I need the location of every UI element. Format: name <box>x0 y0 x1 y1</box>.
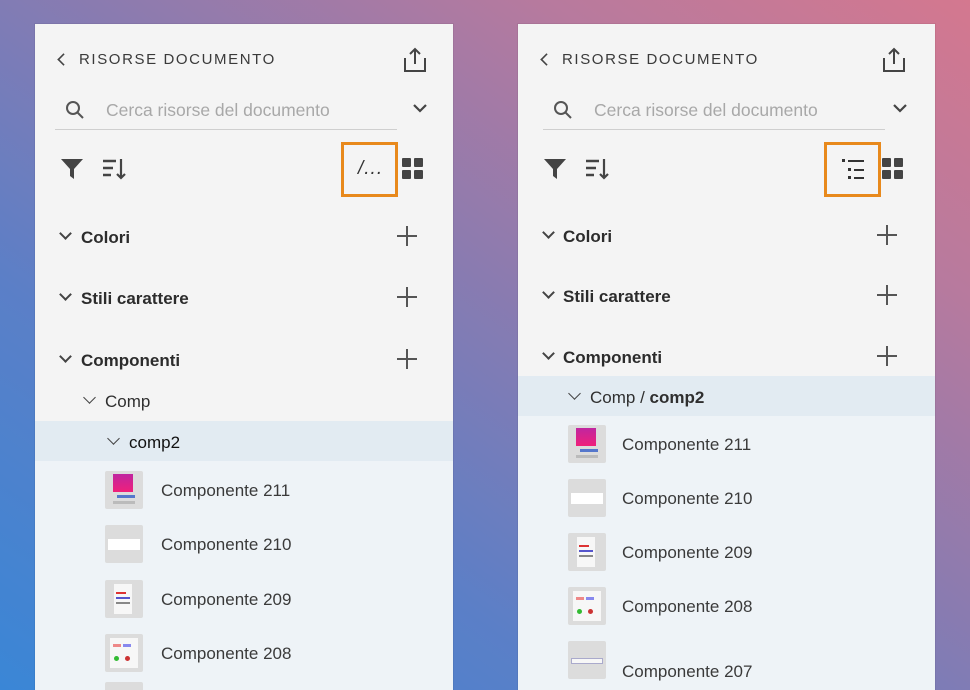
section-label: Componenti <box>81 351 181 370</box>
component-thumbnail <box>105 525 143 563</box>
component-thumbnail <box>105 634 143 672</box>
panel-title[interactable]: RISORSE DOCUMENTO <box>79 51 276 68</box>
search-field[interactable]: Cerca risorse del documento <box>543 90 885 130</box>
component-name: Componente 207 <box>622 662 753 681</box>
section-label: Colori <box>563 227 613 246</box>
component-thumbnail <box>568 479 606 517</box>
tree-view-toggle[interactable] <box>824 142 881 197</box>
component-thumbnail <box>105 471 143 509</box>
path-view-toggle[interactable]: /... <box>341 142 398 197</box>
component-name: Componente 208 <box>161 644 292 663</box>
plus-icon[interactable] <box>877 346 897 366</box>
component-list: Componente 211 Componente 210 Componente… <box>35 461 453 690</box>
chevron-down-icon[interactable] <box>412 102 428 114</box>
group-path-prefix: Comp / <box>590 388 650 407</box>
list-item[interactable]: Componente 211 <box>518 418 935 470</box>
section-label: Stili carattere <box>563 287 671 306</box>
component-name: Componente 209 <box>622 543 753 562</box>
panel-header: RISORSE DOCUMENTO <box>518 44 935 76</box>
component-thumbnail <box>568 641 606 679</box>
chevron-down-icon <box>542 226 555 239</box>
list-item[interactable]: Componente 209 <box>518 526 935 578</box>
chevron-down-icon[interactable] <box>892 102 908 114</box>
assets-panel-right: RISORSE DOCUMENTO Cerca risorse del docu… <box>518 24 935 690</box>
chevron-down-icon <box>59 350 72 363</box>
panel-title[interactable]: RISORSE DOCUMENTO <box>562 51 759 68</box>
list-item[interactable]: Componente 208 <box>35 627 453 679</box>
search-icon <box>66 101 84 119</box>
group-path-leaf: comp2 <box>649 388 705 407</box>
path-view-icon: /... <box>358 158 384 179</box>
section-label: Componenti <box>563 348 663 367</box>
search-input[interactable]: Cerca risorse del documento <box>594 100 818 121</box>
list-item[interactable]: Componente 211 <box>35 464 453 516</box>
section-colors[interactable]: Colori <box>518 215 935 255</box>
plus-icon[interactable] <box>877 285 897 305</box>
component-thumbnail <box>105 580 143 618</box>
list-item[interactable]: Componente 207 <box>518 634 935 686</box>
section-char-styles[interactable]: Stili carattere <box>35 277 453 317</box>
chevron-down-icon <box>542 347 555 360</box>
list-item[interactable]: Componente 210 <box>518 472 935 524</box>
chevron-down-icon <box>59 227 72 240</box>
share-icon[interactable] <box>880 46 908 74</box>
chevron-down-icon <box>83 391 96 404</box>
component-name: Componente 209 <box>161 590 292 609</box>
chevron-down-icon <box>542 286 555 299</box>
section-colors[interactable]: Colori <box>35 216 453 256</box>
list-item[interactable]: Componente 210 <box>35 518 453 570</box>
plus-icon[interactable] <box>877 225 897 245</box>
section-components[interactable]: Componenti <box>518 336 935 376</box>
group-label: Comp <box>105 392 151 411</box>
grid-view-icon[interactable] <box>882 158 904 180</box>
component-name: Componente 211 <box>622 435 752 454</box>
search-field[interactable]: Cerca risorse del documento <box>55 90 397 130</box>
tree-view-icon <box>842 159 864 179</box>
component-name: Componente 210 <box>161 535 292 554</box>
plus-icon[interactable] <box>397 226 417 246</box>
share-icon[interactable] <box>401 46 429 74</box>
component-thumbnail <box>105 682 143 690</box>
component-name: Componente 210 <box>622 489 753 508</box>
search-input[interactable]: Cerca risorse del documento <box>106 100 330 121</box>
section-components[interactable]: Componenti <box>35 339 453 379</box>
group-path-label: Comp / comp2 <box>590 388 704 408</box>
chevron-down-icon <box>59 288 72 301</box>
sort-icon[interactable] <box>584 156 610 182</box>
back-chevron-icon[interactable] <box>540 53 553 66</box>
section-char-styles[interactable]: Stili carattere <box>518 275 935 315</box>
component-list: Componente 211 Componente 210 Componente… <box>518 416 935 690</box>
component-thumbnail <box>568 587 606 625</box>
chevron-down-icon <box>107 432 120 445</box>
list-item[interactable]: Componente 208 <box>518 580 935 632</box>
assets-panel-left: RISORSE DOCUMENTO Cerca risorse del docu… <box>35 24 453 690</box>
search-icon <box>554 101 572 119</box>
subgroup-comp2[interactable]: comp2 <box>35 421 453 461</box>
panel-header: RISORSE DOCUMENTO <box>35 44 453 76</box>
section-label: Colori <box>81 228 131 247</box>
grid-view-icon[interactable] <box>402 158 424 180</box>
section-label: Stili carattere <box>81 289 189 308</box>
component-thumbnail <box>568 533 606 571</box>
filter-icon[interactable] <box>59 156 85 182</box>
component-name: Componente 208 <box>622 597 753 616</box>
plus-icon[interactable] <box>397 349 417 369</box>
subgroup-label: comp2 <box>129 433 181 452</box>
component-name: Componente 211 <box>161 481 291 500</box>
group-comp[interactable]: Comp <box>35 380 453 420</box>
component-thumbnail <box>568 425 606 463</box>
group-comp-comp2[interactable]: Comp / comp2 <box>518 376 935 416</box>
plus-icon[interactable] <box>397 287 417 307</box>
filter-icon[interactable] <box>542 156 568 182</box>
chevron-down-icon <box>568 387 581 400</box>
list-item[interactable]: Componente 209 <box>35 573 453 625</box>
sort-icon[interactable] <box>101 156 127 182</box>
back-chevron-icon[interactable] <box>57 53 70 66</box>
